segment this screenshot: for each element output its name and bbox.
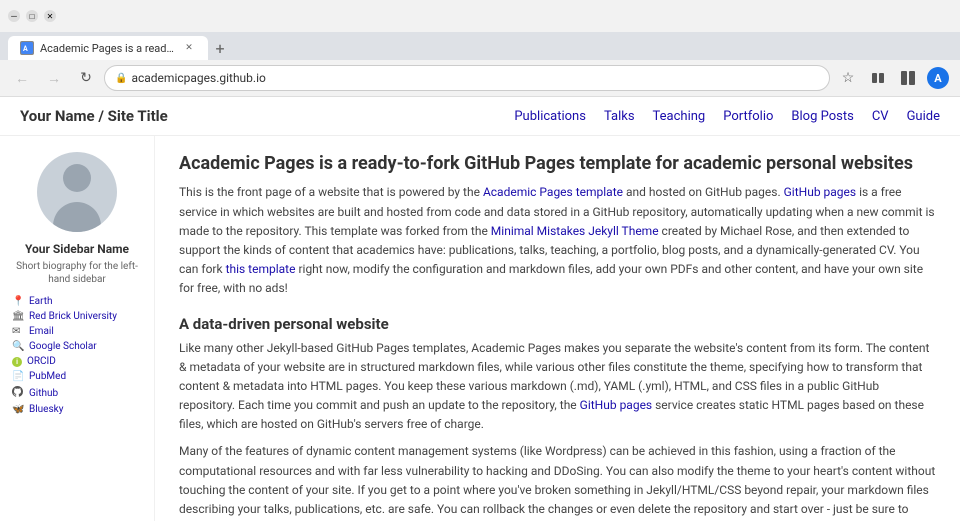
minimize-button[interactable]: － [8,10,20,22]
bluesky-icon: 🦋 [12,404,24,415]
security-icon: 🔒 [115,73,127,84]
reading-mode-button[interactable] [864,64,892,92]
sidebar: Your Sidebar Name Short biography for th… [0,136,155,521]
nav-blog-posts[interactable]: Blog Posts [791,109,853,124]
orcid-icon: i [12,357,22,367]
site-title[interactable]: Your Name / Site Title [20,107,168,125]
main-content: Academic Pages is a ready-to-fork GitHub… [155,136,960,521]
page-content: Your Name / Site Title Publications Talk… [0,97,960,521]
contact-email-link[interactable]: Email [29,326,54,337]
github-pages-link2[interactable]: GitHub pages [580,398,652,412]
para3-text: Many of the features of dynamic content … [179,444,935,521]
sidebar-bio: Short biography for the left-hand sideba… [12,260,142,286]
profile-avatar: A [927,67,949,89]
toolbar-icons: ☆ A [834,64,952,92]
avatar [37,152,117,232]
intro-paragraph: This is the front page of a website that… [179,183,936,298]
nav-talks[interactable]: Talks [604,109,635,124]
forward-button[interactable]: → [40,64,68,92]
nav-teaching[interactable]: Teaching [653,109,706,124]
university-icon: 🏛 [12,311,24,322]
data-driven-paragraph: Like many other Jekyll-based GitHub Page… [179,339,936,435]
browser-chrome: － □ ✕ A Academic Pages is a ready-to-f..… [0,0,960,97]
contact-pubmed: 📄 PubMed [12,371,142,382]
nav-cv[interactable]: CV [872,109,889,124]
features-paragraph: Many of the features of dynamic content … [179,442,936,521]
browser-toolbar: ← → ↻ 🔒 academicpages.github.io ☆ A [0,60,960,96]
avatar-person [37,152,117,232]
academic-pages-link[interactable]: Academic Pages template [483,185,623,199]
contact-email: ✉ Email [12,326,142,337]
tab-close-button[interactable]: ✕ [182,41,196,55]
scholar-icon: 🔍 [12,341,24,352]
site-nav: Publications Talks Teaching Portfolio Bl… [514,109,940,124]
contact-scholar-link[interactable]: Google Scholar [29,341,97,352]
contact-scholar: 🔍 Google Scholar [12,341,142,352]
contact-earth-link[interactable]: Earth [29,296,53,307]
contact-bluesky-link[interactable]: Bluesky [29,404,63,415]
site-header: Your Name / Site Title Publications Talk… [0,97,960,136]
contact-orcid-link[interactable]: ORCID [27,356,56,367]
tab-title: Academic Pages is a ready-to-f... [40,42,176,55]
new-tab-button[interactable]: + [208,36,232,60]
email-icon: ✉ [12,326,24,337]
nav-portfolio[interactable]: Portfolio [723,109,773,124]
reload-button[interactable]: ↻ [72,64,100,92]
close-button[interactable]: ✕ [44,10,56,22]
contact-pubmed-link[interactable]: PubMed [29,371,66,382]
back-button[interactable]: ← [8,64,36,92]
contact-github-link[interactable]: Github [29,388,58,399]
location-icon: 📍 [12,296,24,307]
minimal-mistakes-link[interactable]: Minimal Mistakes Jekyll Theme [491,224,659,238]
active-tab[interactable]: A Academic Pages is a ready-to-f... ✕ [8,36,208,60]
para1-prefix: This is the front page of a website that… [179,185,483,199]
address-text: academicpages.github.io [131,71,819,85]
nav-publications[interactable]: Publications [514,109,586,124]
tab-bar: A Academic Pages is a ready-to-f... ✕ + [0,32,960,60]
bookmark-button[interactable]: ☆ [834,64,862,92]
profile-button[interactable]: A [924,64,952,92]
contact-university-link[interactable]: Red Brick University [29,311,117,322]
sidebar-contact: 📍 Earth 🏛 Red Brick University ✉ Email 🔍… [12,296,142,415]
address-bar[interactable]: 🔒 academicpages.github.io [104,65,830,91]
contact-university: 🏛 Red Brick University [12,311,142,322]
this-template-link[interactable]: this template [226,262,296,276]
contact-github: Github [12,386,142,400]
contact-earth: 📍 Earth [12,296,142,307]
tab-favicon: A [20,41,34,55]
split-view-button[interactable] [894,64,922,92]
section2-title: A data-driven personal website [179,315,936,333]
main-layout: Your Sidebar Name Short biography for th… [0,136,960,521]
maximize-button[interactable]: □ [26,10,38,22]
github-icon [12,386,24,400]
title-bar: － □ ✕ [0,0,960,32]
page-title: Academic Pages is a ready-to-fork GitHub… [179,152,936,175]
svg-text:A: A [23,45,28,53]
contact-orcid: i ORCID [12,356,142,367]
para1-mid: and hosted on GitHub pages. [623,185,784,199]
avatar-head [63,164,91,192]
pubmed-icon: 📄 [12,371,24,382]
github-pages-link[interactable]: GitHub pages [784,185,856,199]
sidebar-name: Your Sidebar Name [12,242,142,256]
contact-bluesky: 🦋 Bluesky [12,404,142,415]
nav-guide[interactable]: Guide [907,109,940,124]
window-controls: － □ ✕ [8,10,56,22]
avatar-body [53,202,101,232]
